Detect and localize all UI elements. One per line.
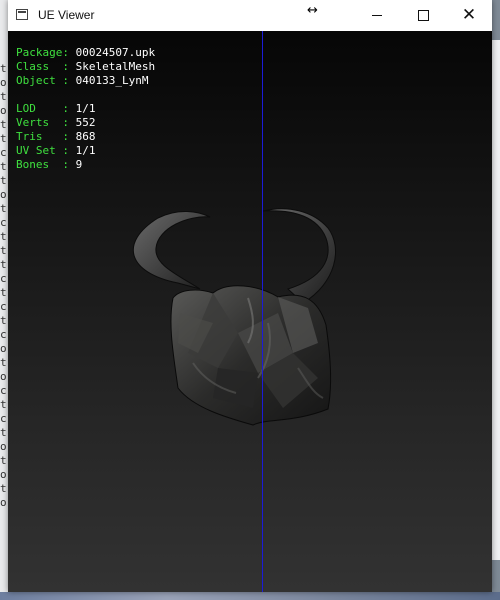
info-row: Object : 040133_LynM xyxy=(16,74,155,88)
mesh-info-overlay: Package: 00024507.upk Class : SkeletalMes… xyxy=(16,46,155,172)
background-glyph: c xyxy=(0,384,7,397)
background-glyph: c xyxy=(0,216,7,229)
info-key: Verts : xyxy=(16,116,76,129)
info-key: Object : xyxy=(16,74,76,87)
info-value: 1/1 xyxy=(75,102,96,115)
background-glyph: t xyxy=(0,356,7,369)
info-key: LOD : xyxy=(16,102,76,115)
background-glyph: t xyxy=(0,160,7,173)
background-glyph: t xyxy=(0,258,7,271)
background-glyph: c xyxy=(0,300,7,313)
maximize-button[interactable] xyxy=(400,0,446,31)
info-row: LOD : 1/1 xyxy=(16,102,155,116)
window-title: UE Viewer xyxy=(38,8,95,22)
info-value: 00024507.upk xyxy=(75,46,156,59)
skeletal-mesh-helmet xyxy=(132,208,336,426)
app-window-icon[interactable] xyxy=(16,9,28,20)
info-row: UV Set : 1/1 xyxy=(16,144,155,158)
3d-viewport[interactable]: Package: 00024507.upk Class : SkeletalMes… xyxy=(8,31,492,592)
info-value: 1/1 xyxy=(75,144,96,157)
background-glyph: t xyxy=(0,118,7,131)
background-glyph: t xyxy=(0,132,7,145)
info-row: Bones : 9 xyxy=(16,158,155,172)
background-glyph: c xyxy=(0,146,7,159)
background-glyph: t xyxy=(0,398,7,411)
background-glyph: t xyxy=(0,90,7,103)
background-glyph: c xyxy=(0,328,7,341)
minimize-button[interactable] xyxy=(354,0,400,31)
maximize-icon xyxy=(417,10,429,21)
background-glyph: t xyxy=(0,314,7,327)
info-key: Package: xyxy=(16,46,76,59)
info-key: UV Set : xyxy=(16,144,76,157)
background-glyph: t xyxy=(0,286,7,299)
title-bar[interactable]: UE Viewer ↔ ✕ xyxy=(8,0,492,31)
background-glyph: t xyxy=(0,202,7,215)
close-icon: ✕ xyxy=(461,5,477,25)
info-value: 9 xyxy=(75,158,83,171)
info-value: 868 xyxy=(75,130,96,143)
background-glyph: t xyxy=(0,454,7,467)
background-glyph: t xyxy=(0,482,7,495)
resize-cursor-icon: ↔ xyxy=(307,3,318,18)
minimize-icon xyxy=(372,15,382,16)
taskbar-strip xyxy=(0,592,500,600)
background-glyph: c xyxy=(0,412,7,425)
info-value: SkeletalMesh xyxy=(75,60,156,73)
close-button[interactable]: ✕ xyxy=(446,0,492,31)
background-glyph: t xyxy=(0,426,7,439)
ue-viewer-window[interactable]: UE Viewer ↔ ✕ Package: 00024507.upk Class… xyxy=(8,0,492,592)
info-row: Class : SkeletalMesh xyxy=(16,60,155,74)
vertical-axis-line xyxy=(262,31,263,592)
info-row: Package: 00024507.upk xyxy=(16,46,155,60)
background-glyph: o xyxy=(0,440,7,453)
info-value: 040133_LynM xyxy=(75,74,149,87)
info-key: Tris : xyxy=(16,130,76,143)
background-glyph: o xyxy=(0,188,7,201)
info-spacer xyxy=(16,88,155,102)
background-glyph: o xyxy=(0,342,7,355)
background-glyph: o xyxy=(0,370,7,383)
info-key: Class : xyxy=(16,60,76,73)
info-row: Verts : 552 xyxy=(16,116,155,130)
background-glyph: t xyxy=(0,230,7,243)
background-glyph: c xyxy=(0,272,7,285)
background-glyph: t xyxy=(0,244,7,257)
background-glyph: t xyxy=(0,174,7,187)
background-text-strip: totottcttotctttctctcotoctctototo xyxy=(0,62,8,532)
info-value: 552 xyxy=(75,116,96,129)
background-glyph: o xyxy=(0,496,7,509)
info-key: Bones : xyxy=(16,158,76,171)
background-glyph: o xyxy=(0,76,7,89)
info-row: Tris : 868 xyxy=(16,130,155,144)
background-glyph: t xyxy=(0,62,7,75)
background-glyph: o xyxy=(0,104,7,117)
background-glyph: o xyxy=(0,468,7,481)
